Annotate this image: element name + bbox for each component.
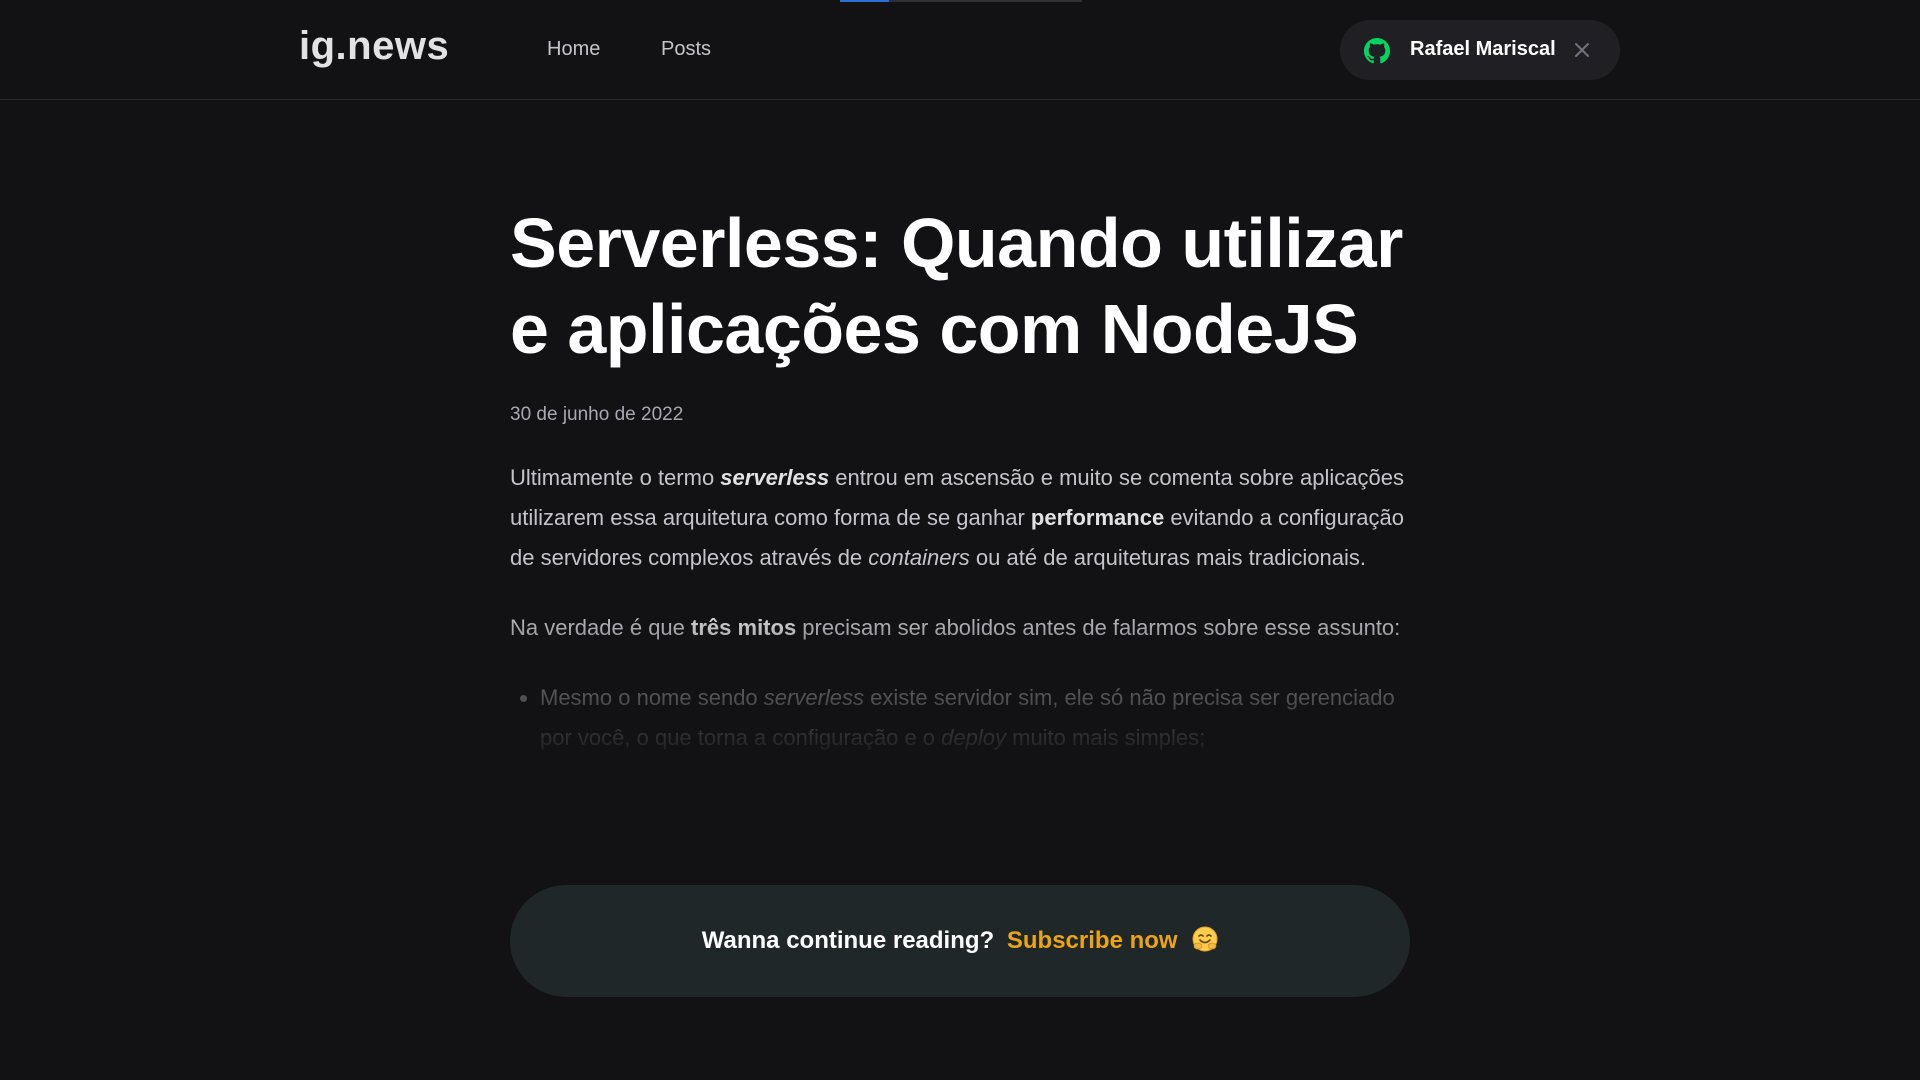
close-icon[interactable] <box>1572 40 1592 60</box>
subscribe-now-link[interactable]: Subscribe now <box>1007 927 1178 954</box>
article: Serverless: Quando utilizar e aplicações… <box>510 200 1410 758</box>
header-inner: ig.news Home Posts Rafael Mariscal <box>0 0 1920 100</box>
emphasis: serverless <box>763 685 865 710</box>
top-progress-accent <box>840 0 889 2</box>
site-logo[interactable]: ig.news <box>299 24 449 69</box>
cta-text: Wanna continue reading? <box>701 927 995 954</box>
text: Ultimamente o termo <box>510 465 721 490</box>
emphasis: containers <box>868 545 970 570</box>
user-name: Rafael Mariscal <box>1410 38 1556 60</box>
site-header: ig.news Home Posts Rafael Mariscal <box>0 0 1920 100</box>
article-paragraph-1: Ultimamente o termo serverless entrou em… <box>510 458 1410 578</box>
list-item: Mesmo o nome sendo serverless existe ser… <box>540 678 1410 758</box>
text: Mesmo o nome sendo <box>540 685 764 710</box>
article-list: Mesmo o nome sendo serverless existe ser… <box>510 678 1410 758</box>
emphasis: deploy <box>941 725 1006 750</box>
emphasis: três mitos <box>691 615 797 640</box>
text: precisam ser abolidos antes de falarmos … <box>796 615 1401 640</box>
nav-posts[interactable]: Posts <box>661 38 711 61</box>
text: muito mais simples; <box>1006 725 1206 750</box>
emphasis: performance <box>1030 505 1165 530</box>
sign-in-user-button[interactable]: Rafael Mariscal <box>1340 20 1620 80</box>
article-paragraph-2: Na verdade é que três mitos precisam ser… <box>510 608 1410 648</box>
hugging-face-emoji-icon <box>1192 926 1218 952</box>
text: Na verdade é que <box>510 615 692 640</box>
article-date: 30 de junho de 2022 <box>510 404 684 425</box>
continue-reading-banner: Wanna continue reading? Subscribe now <box>510 885 1410 997</box>
top-progress-bar <box>840 0 1082 2</box>
emphasis: serverless <box>720 465 830 490</box>
article-content: Ultimamente o termo serverless entrou em… <box>510 458 1410 758</box>
text: ou até de arquiteturas mais tradicionais… <box>969 545 1367 570</box>
article-preview-fade: Na verdade é que três mitos precisam ser… <box>510 608 1410 758</box>
github-icon <box>1364 38 1390 64</box>
article-title: Serverless: Quando utilizar e aplicações… <box>510 200 1410 372</box>
nav-home[interactable]: Home <box>547 38 600 61</box>
article-title-line1: Serverless: Quando utilizar <box>510 204 1403 282</box>
article-title-line2: e aplicações com NodeJS <box>510 290 1359 368</box>
